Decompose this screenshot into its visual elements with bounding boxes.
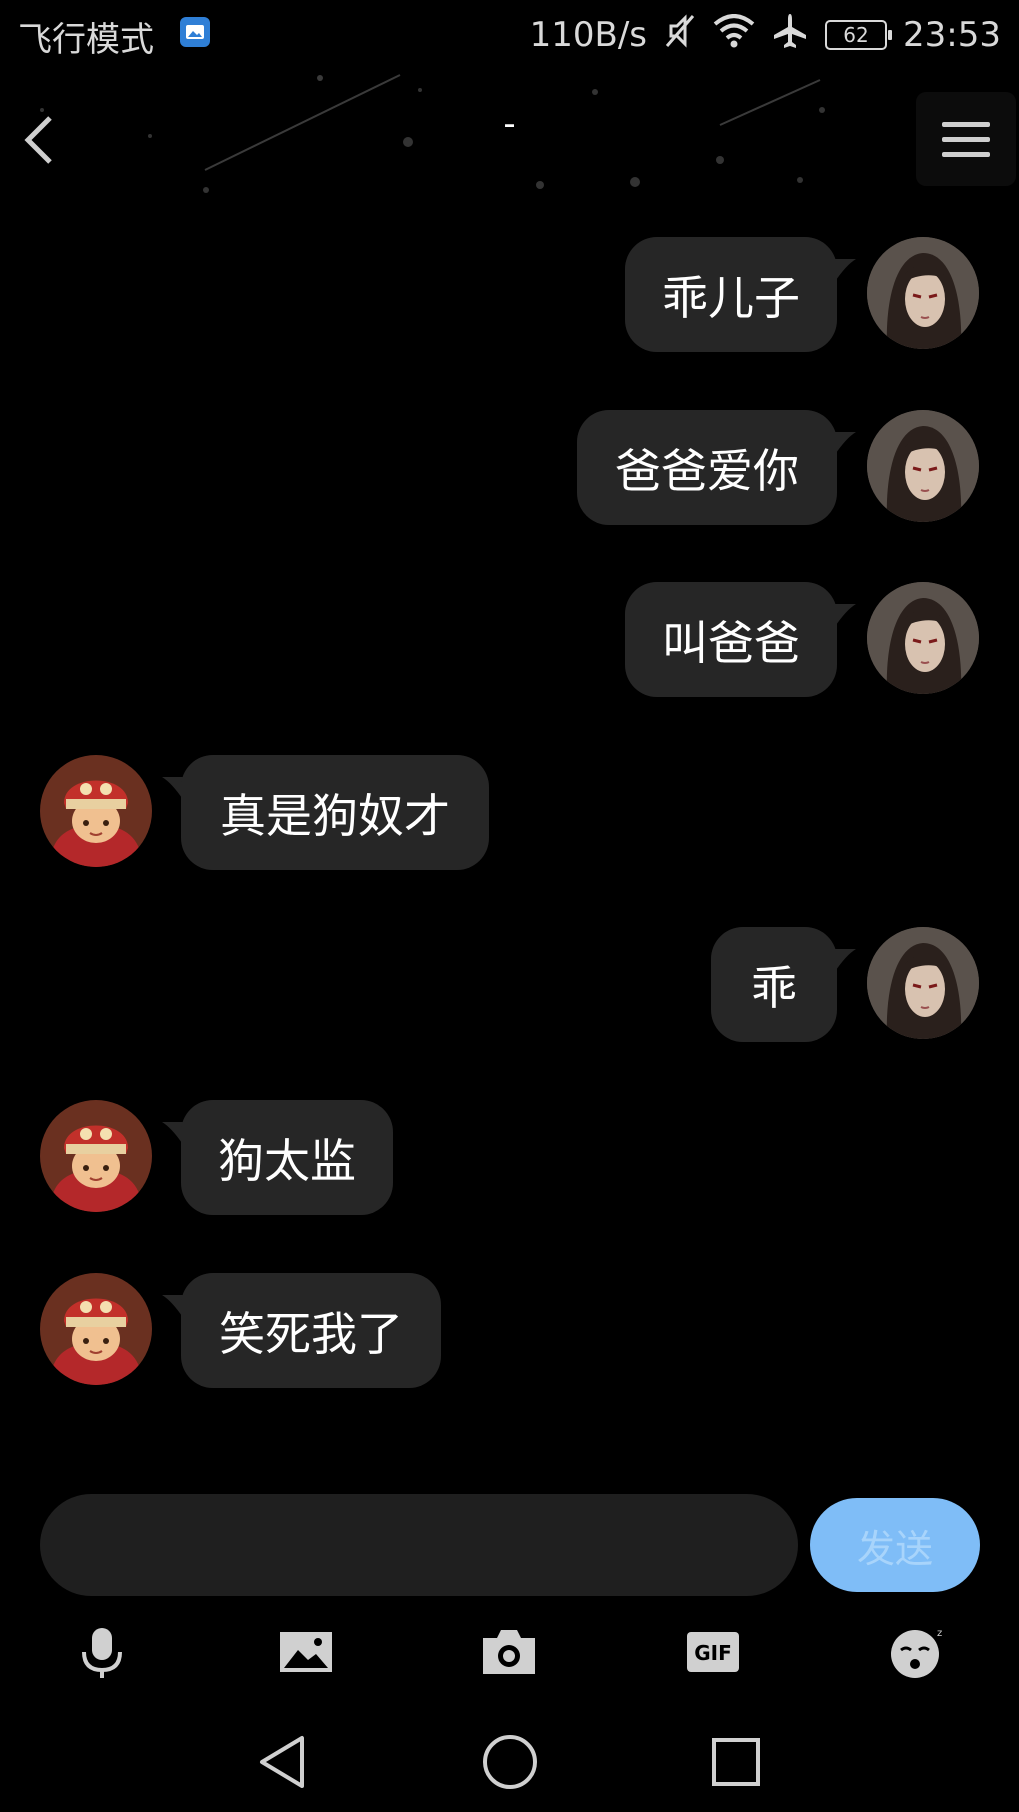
nav-recents-button[interactable] xyxy=(704,1730,768,1794)
message-row: 叫爸爸 xyxy=(0,582,1019,697)
message-text: 乖儿子 xyxy=(662,270,800,325)
nav-home-button[interactable] xyxy=(478,1730,542,1794)
message-bubble[interactable]: 乖 xyxy=(711,927,837,1042)
message-bubble[interactable]: 叫爸爸 xyxy=(625,582,837,697)
chat-title: - xyxy=(503,104,516,144)
message-bubble[interactable]: 真是狗奴才 xyxy=(181,755,489,870)
message-bubble[interactable]: 狗太监 xyxy=(181,1100,393,1215)
bubble-tail xyxy=(834,604,856,628)
circle-home-icon xyxy=(483,1735,537,1789)
message-text: 真是狗奴才 xyxy=(220,788,450,843)
avatar[interactable] xyxy=(867,927,979,1039)
gif-icon: GIF xyxy=(687,1632,739,1672)
svg-text:z: z xyxy=(937,1628,942,1639)
message-row: 笑死我了 xyxy=(0,1273,1019,1388)
microphone-button[interactable] xyxy=(72,1622,132,1682)
triangle-back-icon xyxy=(260,1736,304,1788)
bubble-tail xyxy=(834,259,856,283)
send-button[interactable]: 发送 xyxy=(810,1498,980,1592)
nav-back-button[interactable] xyxy=(252,1730,316,1794)
message-text: 乖 xyxy=(751,960,797,1015)
mute-icon xyxy=(663,12,697,59)
status-bar: 飞行模式 110B/s 62 23:53 xyxy=(0,0,1019,70)
message-input[interactable] xyxy=(40,1494,798,1596)
airplane-mode-text: 飞行模式 xyxy=(18,20,154,60)
battery-level: 62 xyxy=(843,23,869,47)
image-icon xyxy=(280,1632,332,1672)
network-speed: 110B/s xyxy=(529,15,648,55)
message-text: 狗太监 xyxy=(218,1133,356,1188)
message-row: 乖儿子 xyxy=(0,237,1019,352)
square-recents-icon xyxy=(712,1738,760,1786)
emoji-button[interactable]: z xyxy=(887,1622,947,1682)
emoji-icon: z xyxy=(891,1628,942,1678)
message-row: 真是狗奴才 xyxy=(0,755,1019,870)
avatar[interactable] xyxy=(867,582,979,694)
gif-button[interactable]: GIF xyxy=(683,1622,743,1682)
message-row: 乖 xyxy=(0,927,1019,1042)
image-button[interactable] xyxy=(276,1622,336,1682)
gif-label: GIF xyxy=(694,1641,732,1665)
microphone-icon xyxy=(82,1628,122,1678)
message-bubble[interactable]: 乖儿子 xyxy=(625,237,837,352)
bubble-tail xyxy=(834,949,856,973)
clock: 23:53 xyxy=(903,15,1001,55)
message-bubble[interactable]: 爸爸爱你 xyxy=(577,410,837,525)
message-text: 爸爸爱你 xyxy=(615,443,799,498)
avatar[interactable] xyxy=(40,755,152,867)
message-bubble[interactable]: 笑死我了 xyxy=(181,1273,441,1388)
menu-button[interactable] xyxy=(916,92,1016,186)
message-text: 叫爸爸 xyxy=(662,615,800,670)
wifi-icon xyxy=(713,13,755,57)
avatar[interactable] xyxy=(40,1273,152,1385)
avatar[interactable] xyxy=(867,410,979,522)
message-row: 狗太监 xyxy=(0,1100,1019,1215)
battery-icon: 62 xyxy=(825,20,893,50)
camera-button[interactable] xyxy=(479,1622,539,1682)
message-text: 笑死我了 xyxy=(219,1306,403,1361)
photo-notification-icon xyxy=(180,17,210,47)
message-row: 爸爸爱你 xyxy=(0,410,1019,525)
avatar[interactable] xyxy=(867,237,979,349)
avatar[interactable] xyxy=(40,1100,152,1212)
bubble-tail xyxy=(834,432,856,456)
hamburger-icon xyxy=(942,122,990,157)
camera-icon xyxy=(483,1630,535,1674)
airplane-icon xyxy=(771,12,809,59)
chat-header: - xyxy=(0,70,1019,210)
